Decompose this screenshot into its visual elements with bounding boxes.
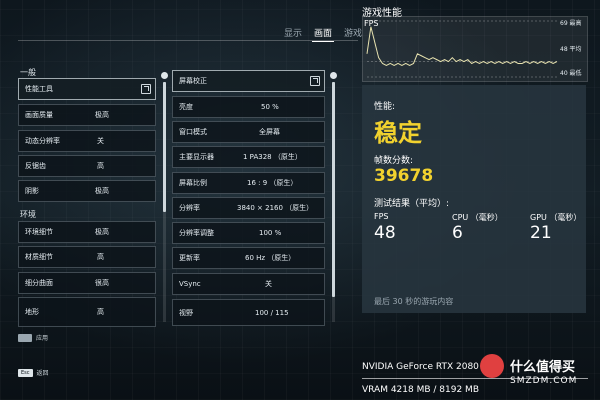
setting-value: 极高: [95, 187, 109, 195]
scroll-thumb[interactable]: [163, 82, 166, 212]
setting-label: 屏幕比例: [179, 179, 207, 187]
watermark-text: 什么值得买: [510, 360, 576, 375]
setting-row-window-mode[interactable]: 窗口模式 全屏幕: [172, 121, 325, 143]
graph-avg-label: 48 平均: [560, 46, 582, 53]
gpu-label: GPU （毫秒）: [530, 213, 582, 222]
setting-row-performance-tool[interactable]: 性能工具: [18, 78, 156, 100]
fps-graph-svg: [366, 20, 558, 78]
gpu-value: 21: [530, 223, 552, 243]
setting-label: 视野: [179, 308, 193, 317]
vram-usage: VRAM 4218 MB / 8192 MB: [362, 385, 479, 395]
setting-row-dynamic-resolution[interactable]: 动态分辨率 关: [18, 130, 156, 152]
apply-label: 应用: [36, 335, 49, 342]
setting-label: VSync: [179, 280, 201, 288]
cpu-value: 6: [452, 223, 463, 243]
section-environment: 环境: [20, 210, 36, 219]
setting-label: 动态分辨率: [25, 137, 60, 145]
setting-row-fov[interactable]: 视野 100 / 115: [172, 299, 325, 326]
setting-value: 很高: [95, 279, 109, 287]
setting-label: 亮度: [179, 103, 193, 111]
keyboard-icon: [18, 333, 32, 342]
setting-label: 窗口模式: [179, 128, 207, 136]
header-divider: [18, 40, 358, 41]
setting-row-vsync[interactable]: VSync 关: [172, 273, 325, 295]
setting-value: 高: [97, 308, 104, 316]
setting-row-screen-calibration[interactable]: 屏幕校正: [172, 70, 325, 92]
fps-label: FPS: [374, 212, 389, 221]
score-label: 帧数分数:: [374, 156, 414, 166]
watermark-logo-icon: [480, 354, 504, 378]
setting-row-texture-detail[interactable]: 材质细节 高: [18, 246, 156, 268]
setting-value: 极高: [95, 111, 109, 119]
watermark-sub: SMZDM.COM: [510, 376, 578, 386]
setting-row-primary-display[interactable]: 主要显示器 1 PA328 （原生）: [172, 146, 325, 168]
setting-value: 60 Hz （原生）: [245, 254, 296, 262]
setting-row-resolution[interactable]: 分辨率 3840 × 2160 （原生）: [172, 197, 325, 219]
setting-value: 全屏幕: [259, 128, 280, 136]
external-icon: [310, 76, 320, 86]
setting-value: 100 / 115: [255, 308, 289, 317]
setting-row-aspect-ratio[interactable]: 屏幕比例 16 : 9 （原生）: [172, 172, 325, 194]
graph-max-label: 69 最高: [560, 20, 582, 27]
setting-row-shadow[interactable]: 阴影 极高: [18, 180, 156, 202]
setting-label: 材质细节: [25, 253, 53, 261]
setting-value: 16 : 9 （原生）: [247, 179, 298, 187]
back-hint[interactable]: Esc 返回: [18, 368, 49, 377]
fps-series-line: [366, 26, 558, 66]
scroll-icon: [161, 72, 168, 79]
setting-label: 反锯齿: [25, 162, 46, 170]
setting-label: 更新率: [179, 254, 200, 262]
score-value: 39678: [374, 166, 434, 186]
setting-row-antialias[interactable]: 反锯齿 高: [18, 155, 156, 177]
setting-label: 阴影: [25, 187, 39, 195]
section-general: 一般: [20, 68, 36, 77]
footer-note: 最后 30 秒的游玩内容: [374, 297, 454, 306]
setting-label: 地形: [25, 308, 39, 316]
scroll-thumb[interactable]: [332, 82, 335, 297]
setting-value: 极高: [95, 228, 109, 236]
setting-label: 性能工具: [25, 85, 53, 93]
fps-graph: [362, 16, 588, 82]
external-icon: [141, 84, 151, 94]
setting-label: 分辨率调整: [179, 229, 214, 237]
setting-value: 100 %: [259, 229, 282, 237]
setting-value: 关: [97, 137, 104, 145]
setting-row-refresh-rate[interactable]: 更新率 60 Hz （原生）: [172, 247, 325, 269]
setting-value: 高: [97, 253, 104, 261]
setting-row-tessellation[interactable]: 细分曲面 很高: [18, 272, 156, 294]
setting-value: 3840 × 2160 （原生）: [237, 204, 314, 212]
scroll-icon: [330, 72, 337, 79]
setting-label: 细分曲面: [25, 279, 53, 287]
setting-value: 高: [97, 162, 104, 170]
setting-label: 屏幕校正: [179, 77, 207, 85]
gpu-name: NVIDIA GeForce RTX 2080: [362, 362, 479, 372]
results-label: 测试结果（平均）:: [374, 199, 450, 209]
setting-label: 画面质量: [25, 111, 53, 119]
left-scrollbar[interactable]: [163, 82, 166, 322]
watermark: 什么值得买 SMZDM.COM: [480, 350, 600, 400]
setting-value: 关: [265, 280, 272, 288]
setting-row-quality[interactable]: 画面质量 极高: [18, 104, 156, 126]
setting-row-environment-detail[interactable]: 环境细节 极高: [18, 221, 156, 243]
perf-label: 性能:: [374, 102, 396, 112]
setting-row-resolution-scale[interactable]: 分辨率调整 100 %: [172, 222, 325, 244]
setting-value: 50 %: [261, 103, 279, 111]
graph-label: FPS: [364, 19, 379, 28]
setting-row-terrain[interactable]: 地形 高: [18, 297, 156, 327]
esc-key: Esc: [18, 368, 33, 377]
right-scrollbar[interactable]: [332, 82, 335, 322]
graph-min-label: 40 最低: [560, 70, 582, 77]
setting-label: 主要显示器: [179, 153, 214, 161]
perf-value: 稳定: [374, 119, 422, 147]
cpu-label: CPU （毫秒）: [452, 213, 503, 222]
setting-value: 1 PA328 （原生）: [243, 153, 302, 161]
fps-value: 48: [374, 223, 396, 243]
setting-label: 分辨率: [179, 204, 200, 212]
setting-row-brightness[interactable]: 亮度 50 %: [172, 96, 325, 118]
setting-label: 环境细节: [25, 228, 53, 236]
back-label: 返回: [36, 370, 49, 377]
apply-hint[interactable]: 应用: [18, 333, 48, 342]
